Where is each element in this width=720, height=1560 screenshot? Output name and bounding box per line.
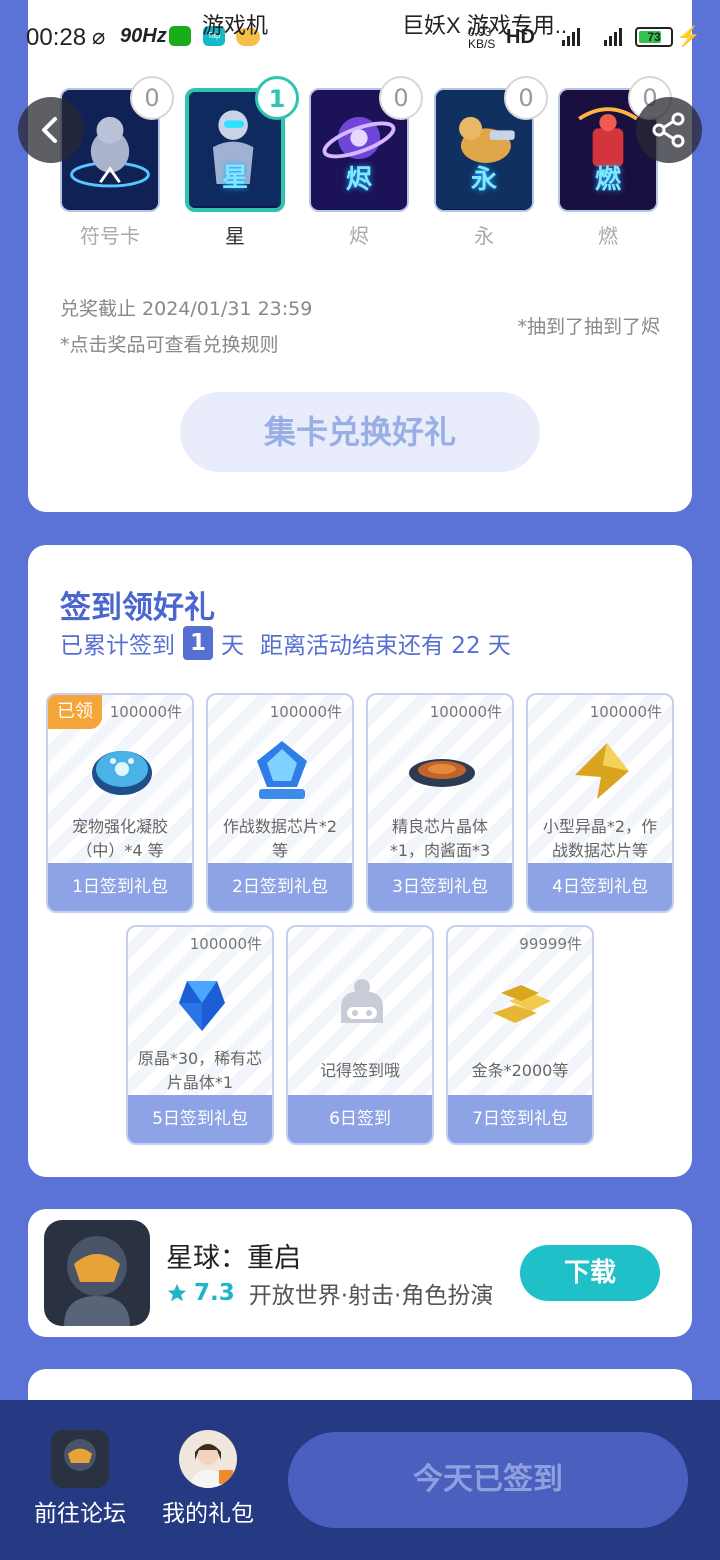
checkin-title: 签到领好礼	[60, 590, 215, 626]
collect-card-xing[interactable]: 星 1 星	[185, 76, 299, 248]
game-tags: 开放世界·射击·角色扮演	[248, 1283, 494, 1309]
astronaut-icon	[51, 1430, 109, 1488]
gift-label: 6日签到	[288, 1095, 432, 1143]
checkin-day-unit: 天	[221, 633, 244, 659]
checkin-days-badge: 1	[183, 626, 213, 660]
game-icon[interactable]	[44, 1220, 150, 1326]
overlay-label-left: 游戏机	[202, 13, 269, 38]
gold-bar-icon	[493, 985, 551, 1023]
hd-indicator: HD	[506, 26, 535, 48]
girl-avatar-icon	[179, 1430, 237, 1488]
my-gifts-label: 我的礼包	[162, 1501, 254, 1527]
share-button[interactable]	[636, 97, 702, 163]
gem-icon	[179, 981, 225, 1031]
card-char: 烬	[345, 165, 372, 195]
signal-4g-icon	[604, 28, 622, 46]
gift-label: 5日签到礼包	[128, 1095, 272, 1143]
share-icon	[652, 112, 685, 148]
gift-day-4[interactable]: 100000件 小型异晶*2，作战数据芯片等 4日签到礼包	[526, 693, 674, 913]
gift-quantity: 100000件	[429, 703, 502, 721]
status-time: 00:28	[26, 24, 87, 51]
battery-level: 73	[647, 30, 661, 44]
gift-label: 4日签到礼包	[528, 863, 672, 911]
my-gifts-nav[interactable]: 我的礼包	[153, 1430, 263, 1528]
gift-label: 2日签到礼包	[208, 863, 352, 911]
battery-icon: 73	[635, 27, 673, 47]
gift-day-1[interactable]: 已领 100000件 宠物强化凝胶（中）*4 等 1日签到礼包	[46, 693, 194, 913]
charging-icon: ⚡	[676, 26, 701, 48]
checkin-prefix: 已累计签到	[60, 633, 175, 659]
gift-label: 3日签到礼包	[368, 863, 512, 911]
gift-day-7[interactable]: 99999件 金条*2000等 7日签到礼包	[446, 925, 594, 1145]
gift-desc: 小型异晶*2，作战数据芯片等	[542, 817, 658, 860]
noodle-icon	[409, 759, 475, 787]
back-button[interactable]	[18, 97, 84, 163]
card-char: 燃	[594, 165, 621, 195]
game-rating: 7.3 开放世界·射击·角色扮演	[166, 1276, 493, 1310]
wechat-icon	[169, 26, 191, 46]
download-button[interactable]: 下载	[520, 1245, 660, 1301]
card-name: 永	[474, 224, 494, 248]
chevron-left-icon	[42, 117, 57, 143]
card-name: 符号卡	[80, 224, 140, 248]
star-icon	[167, 1283, 187, 1302]
astronaut-icon	[44, 1220, 150, 1326]
crystal-icon	[575, 743, 629, 799]
card-count-badge: 0	[504, 76, 548, 120]
claimed-badge: 已领	[48, 695, 102, 729]
gift-label: 1日签到礼包	[48, 863, 192, 911]
forum-label: 前往论坛	[34, 1501, 126, 1527]
card-char: 永	[470, 165, 497, 195]
gift-label: 7日签到礼包	[448, 1095, 592, 1143]
gift-desc: 原晶*30，稀有芯片晶体*1	[137, 1049, 263, 1092]
gift-day-2[interactable]: 100000件 作战数据芯片*2等 2日签到礼包	[206, 693, 354, 913]
card-name: 烬	[349, 224, 369, 248]
gift-quantity: 99999件	[519, 935, 582, 953]
exchange-rule-tip[interactable]: *点击奖品可查看兑换规则	[60, 330, 279, 357]
refresh-rate: 90Hz	[120, 25, 167, 47]
gift-quantity: 100000件	[269, 703, 342, 721]
card-name: 星	[225, 224, 245, 248]
collect-card-yong[interactable]: 永 0 永	[434, 76, 548, 248]
chip-icon	[257, 741, 307, 799]
signal-icon	[562, 28, 580, 46]
collect-card-jin[interactable]: 烬 0 烬	[309, 76, 423, 248]
card-count-badge: 0	[130, 76, 174, 120]
status-bar: 00:28 ⌀ 90Hz Tap 游戏机 巨妖X 游戏专用.. 0.93 KB/…	[0, 0, 720, 72]
net-speed: 0.93 KB/S	[468, 25, 496, 51]
card-count-badge: 0	[379, 76, 423, 120]
mute-icon: ⌀	[92, 24, 106, 49]
gift-quantity: 100000件	[109, 703, 182, 721]
gift-day-3[interactable]: 100000件 精良芯片晶体*1，肉酱面*3 3日签到礼包	[366, 693, 514, 913]
exchange-gift-button[interactable]: 集卡兑换好礼	[180, 392, 540, 472]
collect-cards-row: 0 符号卡 星 1 星 烬 0 烬 永 0 永 燃 0 燃	[0, 76, 720, 258]
gift-day-5[interactable]: 100000件 原晶*30，稀有芯片晶体*1 5日签到礼包	[126, 925, 274, 1145]
my-gifts-avatar	[179, 1430, 237, 1488]
game-score: 7.3	[194, 1280, 235, 1306]
exchange-deadline: 兑奖截止 2024/01/31 23:59	[60, 298, 313, 320]
gift-quantity: 100000件	[189, 935, 262, 953]
checkin-remaining: 距离活动结束还有 22 天	[260, 633, 511, 659]
card-char: 星	[221, 163, 248, 193]
checked-in-button[interactable]: 今天已签到	[288, 1432, 688, 1528]
forum-nav[interactable]: 前往论坛	[25, 1430, 135, 1528]
card-name: 燃	[598, 224, 618, 248]
gift-desc: 作战数据芯片*2等	[222, 817, 338, 860]
gift-day-6[interactable]: 记得签到哦 6日签到	[286, 925, 434, 1145]
drawn-tip: *抽到了抽到了烬	[517, 316, 660, 338]
gel-icon	[92, 751, 152, 795]
card-count-badge: 1	[255, 76, 299, 120]
mascot-icon	[341, 979, 383, 1023]
checkin-summary: 已累计签到 1 天 距离活动结束还有 22 天	[60, 626, 511, 660]
game-name: 星球：重启	[166, 1243, 301, 1274]
gift-desc: 宠物强化凝胶（中）*4 等	[71, 817, 168, 860]
forum-avatar	[51, 1430, 109, 1488]
gift-desc: 精良芯片晶体*1，肉酱面*3	[389, 817, 491, 860]
gift-quantity: 100000件	[589, 703, 662, 721]
